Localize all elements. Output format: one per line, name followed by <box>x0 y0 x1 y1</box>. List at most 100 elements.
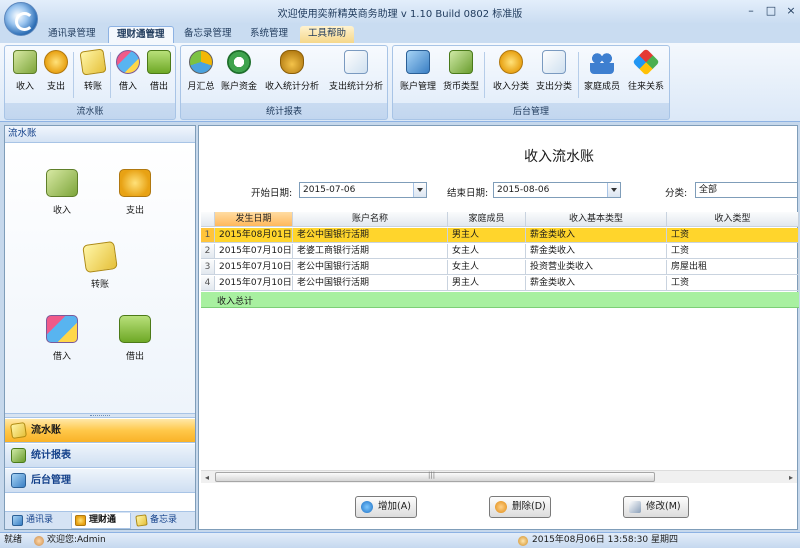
ribbon-transfer-button[interactable]: 转账 <box>78 48 108 102</box>
nav-backend[interactable]: 后台管理 <box>5 469 195 493</box>
start-date-picker[interactable]: 2015-07-06 <box>299 182 427 198</box>
bottom-tab-contacts-label: 通讯录 <box>26 515 54 525</box>
ribbon-expense-button[interactable]: 支出 <box>41 50 71 102</box>
col-base-type[interactable]: 收入基本类型 <box>526 212 667 227</box>
start-date-value: 2015-07-06 <box>303 185 356 195</box>
bottom-tab-finance[interactable]: 理财通 <box>71 513 131 529</box>
chevron-down-icon[interactable] <box>607 183 620 197</box>
category-value: 全部 <box>699 185 718 195</box>
pie-icon <box>189 50 213 74</box>
card-icon <box>82 240 118 274</box>
cell-base-type: 薪金类收入 <box>526 244 667 259</box>
scroll-right-icon[interactable]: ▸ <box>785 472 797 483</box>
add-button[interactable]: 增加(A) <box>355 496 417 518</box>
tab-finance[interactable]: 理财通管理 <box>108 26 174 43</box>
ribbon-monthly-summary-button[interactable]: 月汇总 <box>186 50 216 102</box>
minus-icon <box>495 501 507 513</box>
app-logo-icon[interactable] <box>4 2 38 36</box>
col-date[interactable]: 发生日期 <box>215 212 293 227</box>
ribbon-lend-out-button[interactable]: 借出 <box>144 50 174 102</box>
memo-icon <box>135 514 148 527</box>
tab-tools-help[interactable]: 工具帮助 <box>300 26 355 43</box>
ribbon-income-label: 收入 <box>15 82 35 92</box>
coins-icon <box>119 169 151 197</box>
table-corner[interactable] <box>201 212 215 227</box>
minimize-button[interactable]: – <box>742 3 760 19</box>
delete-button[interactable]: 删除(D) <box>489 496 551 518</box>
col-member[interactable]: 家庭成员 <box>448 212 526 227</box>
ribbon-income-button[interactable]: 收入 <box>10 50 40 102</box>
ribbon-separator <box>484 52 485 98</box>
user-icon <box>34 536 44 546</box>
nav-ledger[interactable]: 流水账 <box>5 419 195 443</box>
col-type[interactable]: 收入类型 <box>667 212 799 227</box>
category-label: 分类: <box>665 188 688 199</box>
ribbon-group-backend: 账户管理 货币类型 收入分类 支出分类 家庭成员 往来关系 后台管理 <box>392 45 670 120</box>
ribbon-currency-button[interactable]: 货币类型 <box>443 50 479 102</box>
scroll-left-icon[interactable]: ◂ <box>201 472 213 483</box>
moneybag-icon <box>280 50 304 74</box>
clock-icon <box>518 536 528 546</box>
panel-splitter[interactable] <box>5 413 195 418</box>
coins-icon <box>75 515 86 526</box>
tab-contacts[interactable]: 通讯录管理 <box>40 26 104 43</box>
left-expense-item[interactable]: 支出 <box>110 169 160 216</box>
cell-account: 老公中国银行活期 <box>293 276 448 291</box>
cell-type: 房屋出租 <box>667 260 799 275</box>
bottom-tab-contacts[interactable]: 通讯录 <box>9 513 53 529</box>
box-icon <box>147 50 171 74</box>
col-account[interactable]: 账户名称 <box>293 212 448 227</box>
ribbon-relations-button[interactable]: 往来关系 <box>628 48 664 102</box>
end-date-picker[interactable]: 2015-08-06 <box>493 182 621 198</box>
tab-system[interactable]: 系统管理 <box>242 26 296 43</box>
scroll-thumb[interactable] <box>215 471 655 482</box>
cell-type: 工资 <box>667 228 799 243</box>
left-income-item[interactable]: 收入 <box>37 169 87 216</box>
table-row[interactable]: 4 2015年07月10日 老公中国银行活期 男主人 薪金类收入 工资 <box>201 276 799 291</box>
ribbon-transfer-label: 转账 <box>83 82 103 92</box>
bottom-tab-memo[interactable]: 备忘录 <box>133 513 177 529</box>
ribbon: 收入 支出 转账 借入 借出 流水账 月汇总 账户资金 收入统计分析 支出统计分… <box>0 43 800 122</box>
left-income-label: 收入 <box>52 206 71 216</box>
left-transfer-item[interactable]: 转账 <box>75 240 125 290</box>
cell-member: 男主人 <box>448 276 526 291</box>
ribbon-account-funds-button[interactable]: 账户资金 <box>221 50 257 102</box>
category-select[interactable]: 全部 <box>695 182 797 198</box>
horizontal-scrollbar[interactable]: ◂ ▸ <box>201 470 797 483</box>
report-icon <box>11 448 26 463</box>
box-icon <box>119 315 151 343</box>
ribbon-income-analysis-button[interactable]: 收入统计分析 <box>265 50 319 102</box>
ribbon-family-members-button[interactable]: 家庭成员 <box>583 50 621 102</box>
ribbon-borrow-in-button[interactable]: 借入 <box>113 50 143 102</box>
total-label: 收入总计 <box>217 297 254 307</box>
row-number: 3 <box>201 260 215 275</box>
ribbon-expense-analysis-button[interactable]: 支出统计分析 <box>329 50 383 102</box>
edit-button[interactable]: 修改(M) <box>623 496 689 518</box>
left-lend-out-item[interactable]: 借出 <box>110 315 160 362</box>
ribbon-family-members-label: 家庭成员 <box>583 82 621 92</box>
ribbon-income-category-button[interactable]: 收入分类 <box>493 50 529 102</box>
cell-account: 老公中国银行活期 <box>293 260 448 275</box>
start-date-label: 开始日期: <box>251 188 293 199</box>
contacts-icon <box>12 515 23 526</box>
ribbon-monthly-summary-label: 月汇总 <box>187 82 215 92</box>
ribbon-expense-category-button[interactable]: 支出分类 <box>536 50 572 102</box>
tab-memo[interactable]: 备忘录管理 <box>176 26 240 43</box>
ribbon-account-mgmt-button[interactable]: 账户管理 <box>400 50 436 102</box>
table-row[interactable]: 1 2015年08月01日 老公中国银行活期 男主人 薪金类收入 工资 <box>201 228 799 243</box>
nav-reports[interactable]: 统计报表 <box>5 444 195 468</box>
ribbon-group-ledger-label: 流水账 <box>76 107 104 117</box>
card-icon <box>79 48 107 76</box>
table-row[interactable]: 2 2015年07月10日 老婆工商银行活期 女主人 薪金类收入 工资 <box>201 244 799 259</box>
window-title: 欢迎使用奕新精英商务助理 v 1.10 Build 0802 标准版 <box>277 9 523 20</box>
left-borrow-in-item[interactable]: 借入 <box>37 315 87 362</box>
cell-date: 2015年08月01日 <box>215 228 293 243</box>
close-button[interactable]: × <box>782 3 800 19</box>
table-total-row: 收入总计 <box>201 292 799 308</box>
table-row[interactable]: 3 2015年07月10日 老公中国银行活期 女主人 投资营业类收入 房屋出租 <box>201 260 799 275</box>
coins-icon <box>499 50 523 74</box>
left-borrow-in-label: 借入 <box>52 352 71 362</box>
chart-icon <box>542 50 566 74</box>
chevron-down-icon[interactable] <box>413 183 426 197</box>
maximize-button[interactable]: □ <box>762 3 780 19</box>
